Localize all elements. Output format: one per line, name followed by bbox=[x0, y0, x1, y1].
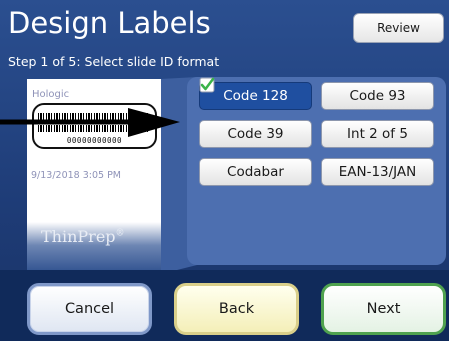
back-button[interactable]: Back bbox=[174, 283, 299, 335]
cancel-button[interactable]: Cancel bbox=[27, 283, 152, 335]
format-option-ean-13-jan[interactable]: EAN-13/JAN bbox=[321, 158, 434, 186]
registered-mark: ® bbox=[115, 228, 125, 239]
brand-logo: ThinPrep® bbox=[41, 227, 125, 246]
barcode-bars-bottom bbox=[38, 125, 149, 132]
format-option-codabar[interactable]: Codabar bbox=[199, 158, 312, 186]
barcode-number: 00000000000 bbox=[66, 136, 123, 145]
checkmark-icon bbox=[199, 77, 215, 93]
slide-preview: Hologic 00000000000 9/13/2018 3:05 PM Th… bbox=[27, 79, 161, 274]
slide-vendor: Hologic bbox=[32, 89, 70, 100]
barcode-label: 00000000000 bbox=[32, 103, 157, 149]
barcode-bars-top bbox=[38, 113, 149, 120]
format-option-code-128[interactable]: Code 128 bbox=[199, 82, 312, 110]
next-button[interactable]: Next bbox=[321, 283, 446, 335]
screen: Design Labels Review Step 1 of 5: Select… bbox=[0, 0, 449, 341]
format-option-code-39[interactable]: Code 39 bbox=[199, 120, 312, 148]
format-option-int-2-of-5[interactable]: Int 2 of 5 bbox=[321, 120, 434, 148]
format-option-code-93[interactable]: Code 93 bbox=[321, 82, 434, 110]
brand-name: ThinPrep bbox=[41, 227, 116, 246]
slide-date: 9/13/2018 3:05 PM bbox=[31, 170, 122, 181]
